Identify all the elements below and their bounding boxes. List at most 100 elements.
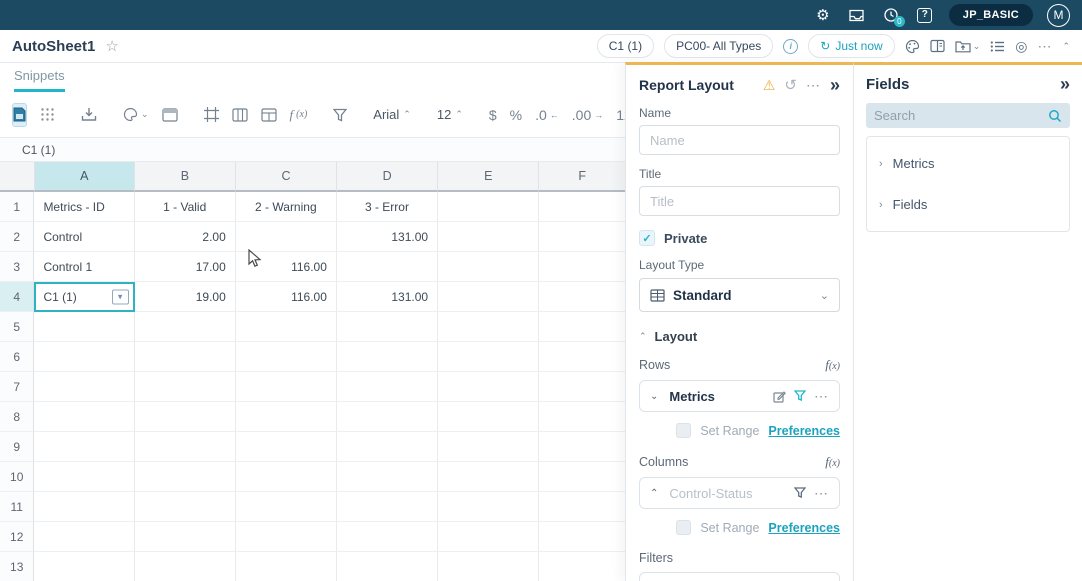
layout-type-select[interactable]: Standard ⌄ [639, 278, 840, 312]
row-header-1[interactable]: 1 [0, 192, 34, 222]
collapse-panel-icon[interactable]: » [1060, 77, 1070, 91]
cell-C9[interactable] [236, 432, 337, 462]
cell-C10[interactable] [236, 462, 337, 492]
cell-B1[interactable]: 1 - Valid [135, 192, 236, 222]
preferences-link[interactable]: Preferences [768, 424, 840, 438]
row-header-3[interactable]: 3 [0, 252, 34, 282]
cell-A12[interactable] [34, 522, 134, 552]
cell-D8[interactable] [337, 402, 438, 432]
filter-icon[interactable] [794, 487, 806, 499]
cell-C1[interactable]: 2 - Warning [236, 192, 337, 222]
cell-C7[interactable] [236, 372, 337, 402]
cell-A2[interactable]: Control [34, 222, 134, 252]
cell-C12[interactable] [236, 522, 337, 552]
cell-B3[interactable]: 17.00 [135, 252, 236, 282]
cell-C13[interactable] [236, 552, 337, 581]
edit-icon[interactable] [773, 390, 786, 403]
more-options-icon[interactable]: ⋯ [814, 485, 829, 502]
filter-button[interactable] [333, 108, 347, 122]
cell-C8[interactable] [236, 402, 337, 432]
row-header-11[interactable]: 11 [0, 492, 34, 522]
filter-icon[interactable] [794, 390, 806, 402]
collapse-header-icon[interactable]: ⌃ [1062, 41, 1070, 52]
cell-F2[interactable] [539, 222, 626, 252]
function-button[interactable]: f(x) [290, 107, 308, 123]
tree-item-fields[interactable]: › Fields [877, 184, 1059, 225]
pivot-grid-button[interactable] [40, 107, 55, 122]
more-options-icon[interactable]: ⋯ [806, 77, 821, 94]
cell-A6[interactable] [34, 342, 134, 372]
settings-gear-icon[interactable]: ⚙ [813, 5, 833, 25]
account-button[interactable]: JP_BASIC [949, 4, 1033, 26]
row-header-8[interactable]: 8 [0, 402, 34, 432]
row-header-12[interactable]: 12 [0, 522, 34, 552]
columns-zone-control-status[interactable]: ⌃ Control-Status ⋯ [639, 477, 840, 509]
cell-D3[interactable] [337, 252, 438, 282]
cell-A3[interactable]: Control 1 [34, 252, 134, 282]
cell-reference[interactable]: C1 (1) [22, 143, 55, 157]
cell-E13[interactable] [438, 552, 539, 581]
cell-E6[interactable] [438, 342, 539, 372]
cell-F13[interactable] [539, 552, 626, 581]
cell-F4[interactable] [539, 282, 626, 312]
cell-B2[interactable]: 2.00 [135, 222, 236, 252]
cell-D7[interactable] [337, 372, 438, 402]
cell-D1[interactable]: 3 - Error [337, 192, 438, 222]
cell-D10[interactable] [337, 462, 438, 492]
cell-E9[interactable] [438, 432, 539, 462]
cell-dropdown-button[interactable]: ▾ [112, 289, 129, 304]
cell-A8[interactable] [34, 402, 134, 432]
chevron-right-icon[interactable]: › [879, 199, 883, 211]
fields-search-input[interactable]: Search [866, 103, 1070, 128]
layout-split-icon[interactable] [930, 39, 945, 53]
cell-A9[interactable] [34, 432, 134, 462]
name-input[interactable] [639, 125, 840, 155]
row-header-5[interactable]: 5 [0, 312, 34, 342]
cell-B12[interactable] [135, 522, 236, 552]
row-header-2[interactable]: 2 [0, 222, 34, 252]
cell-D13[interactable] [337, 552, 438, 581]
borders-frame-button[interactable] [204, 107, 219, 122]
row-header-7[interactable]: 7 [0, 372, 34, 402]
column-header-E[interactable]: E [438, 162, 539, 192]
cell-E11[interactable] [438, 492, 539, 522]
increase-decimal-button[interactable]: .00→ [572, 107, 603, 123]
column-header-D[interactable]: D [337, 162, 438, 192]
header-style-button[interactable] [162, 108, 178, 122]
search-icon[interactable] [1048, 109, 1062, 123]
sync-status-button[interactable]: ↻ Just now [808, 34, 894, 58]
cell-C2[interactable] [236, 222, 337, 252]
cell-B7[interactable] [135, 372, 236, 402]
cell-D5[interactable] [337, 312, 438, 342]
cell-F7[interactable] [539, 372, 626, 402]
cell-F10[interactable] [539, 462, 626, 492]
cell-E12[interactable] [438, 522, 539, 552]
cell-A11[interactable] [34, 492, 134, 522]
palette-icon[interactable] [905, 39, 920, 54]
row-header-9[interactable]: 9 [0, 432, 34, 462]
font-size-select[interactable]: 12⌃ [437, 107, 463, 122]
context-pill-layout[interactable]: C1 (1) [597, 34, 654, 58]
cell-C11[interactable] [236, 492, 337, 522]
cell-E10[interactable] [438, 462, 539, 492]
cell-B6[interactable] [135, 342, 236, 372]
collapse-panel-icon[interactable]: » [830, 78, 840, 92]
chevron-up-icon[interactable]: ⌃ [650, 488, 658, 499]
undo-icon[interactable]: ↺ [784, 76, 797, 94]
sheet-view-button[interactable] [12, 103, 27, 127]
cell-D2[interactable]: 131.00 [337, 222, 438, 252]
cell-E7[interactable] [438, 372, 539, 402]
cell-B13[interactable] [135, 552, 236, 581]
column-header-B[interactable]: B [135, 162, 236, 192]
chevron-down-icon[interactable]: ⌄ [141, 109, 149, 120]
theme-palette-button[interactable]: ⌄ [123, 107, 149, 122]
publish-folder-icon[interactable]: ⌄ [955, 39, 981, 53]
row-header-4[interactable]: 4 [0, 282, 34, 312]
cell-E3[interactable] [438, 252, 539, 282]
cell-E2[interactable] [438, 222, 539, 252]
font-family-select[interactable]: Arial⌃ [373, 107, 411, 122]
select-all-corner[interactable] [0, 162, 35, 192]
chevron-down-icon[interactable]: ⌄ [650, 391, 658, 402]
rows-function-icon[interactable]: f(x) [825, 357, 840, 373]
help-icon[interactable]: ? [915, 5, 935, 25]
